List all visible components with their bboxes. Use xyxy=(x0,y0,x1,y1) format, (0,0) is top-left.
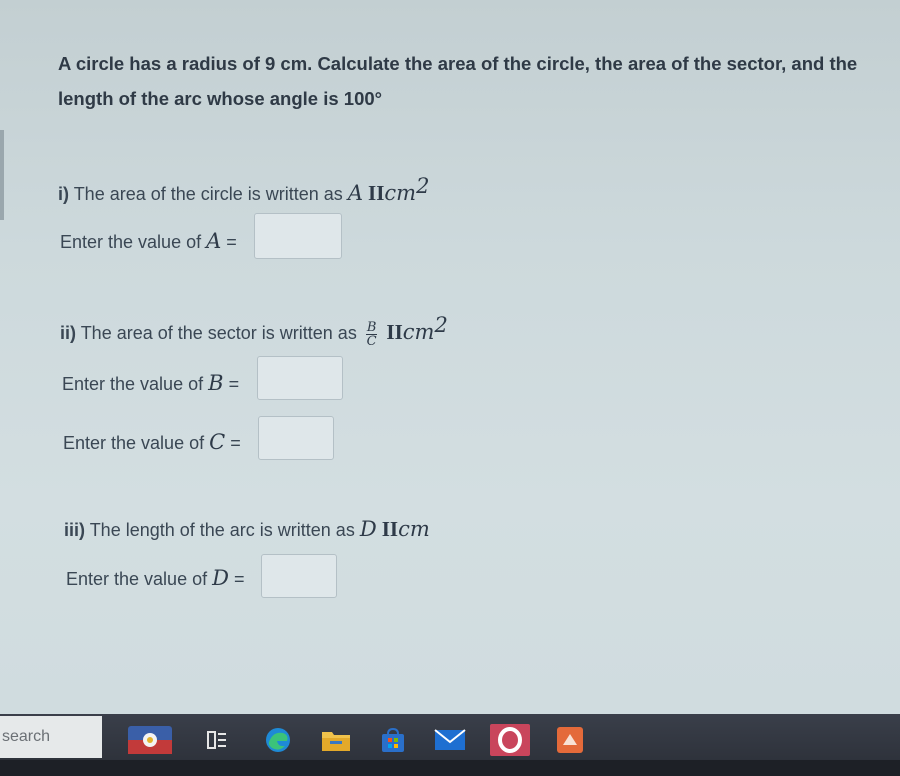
part-iii-var: D xyxy=(359,517,377,541)
part-i-text: The area of the circle is written as xyxy=(73,184,343,204)
part-iii-number: iii) xyxy=(64,520,85,540)
unit: cm xyxy=(384,181,417,205)
unit: cm xyxy=(398,517,430,541)
task-view-icon[interactable] xyxy=(199,724,235,756)
input-c-var: C xyxy=(209,430,226,454)
file-explorer-icon[interactable] xyxy=(318,724,354,756)
pi-symbol: II xyxy=(386,320,403,344)
input-a-label: Enter the value of xyxy=(60,232,202,252)
input-d-field[interactable] xyxy=(261,554,337,598)
exponent: 2 xyxy=(434,313,448,337)
mail-icon[interactable] xyxy=(432,724,468,756)
fraction-denominator: C xyxy=(366,333,377,349)
question-title: A circle has a radius of 9 cm. Calculate… xyxy=(58,46,900,116)
taskbar-search-box[interactable]: search xyxy=(0,716,102,758)
input-b-label: Enter the value of xyxy=(62,374,204,394)
fraction-numerator: B xyxy=(365,319,378,335)
quiz-page: A circle has a radius of 9 cm. Calculate… xyxy=(0,0,900,714)
input-a-var: A xyxy=(206,229,222,253)
input-a-label-row: Enter the value of A = xyxy=(60,229,237,253)
input-b-field[interactable] xyxy=(257,356,343,400)
unit: cm xyxy=(402,320,435,344)
input-b-eq: = xyxy=(228,374,240,394)
input-c-eq: = xyxy=(230,433,241,453)
part-ii-statement: ii) The area of the sector is written as… xyxy=(60,313,448,348)
fraction-b-over-c: B C xyxy=(365,319,378,349)
question-text: A circle has a radius of 9 cm. Calculate… xyxy=(58,53,858,109)
input-d-var: D xyxy=(212,566,229,590)
part-i-number: i) xyxy=(58,184,69,204)
input-a-field[interactable] xyxy=(254,213,342,259)
input-d-label: Enter the value of xyxy=(66,569,208,589)
opera-icon[interactable] xyxy=(490,724,530,756)
part-iii-text: The length of the arc is written as xyxy=(89,520,355,540)
store-icon[interactable] xyxy=(375,724,411,756)
app-icon[interactable] xyxy=(552,724,588,756)
part-iii-statement: iii) The length of the arc is written as… xyxy=(64,517,430,542)
part-ii-number: ii) xyxy=(60,323,76,343)
input-a-eq: = xyxy=(226,232,237,252)
pi-symbol: II xyxy=(381,517,399,541)
part-i-var: A xyxy=(347,181,363,205)
exponent: 2 xyxy=(416,174,430,198)
input-c-field[interactable] xyxy=(258,416,334,460)
search-text: search xyxy=(2,728,51,745)
input-c-label-row: Enter the value of C = xyxy=(63,430,241,454)
input-b-var: B xyxy=(208,371,224,395)
pi-symbol: II xyxy=(368,181,385,205)
edge-icon[interactable] xyxy=(260,724,296,756)
input-d-eq: = xyxy=(233,569,245,589)
weather-icon[interactable] xyxy=(126,724,174,756)
taskbar-bezel xyxy=(0,760,900,776)
input-d-label-row: Enter the value of D = xyxy=(66,566,244,590)
part-i-statement: i) The area of the circle is written as … xyxy=(58,174,429,206)
input-c-label: Enter the value of xyxy=(63,433,205,453)
part-ii-text: The area of the sector is written as xyxy=(80,323,357,343)
input-b-label-row: Enter the value of B = xyxy=(62,371,239,395)
